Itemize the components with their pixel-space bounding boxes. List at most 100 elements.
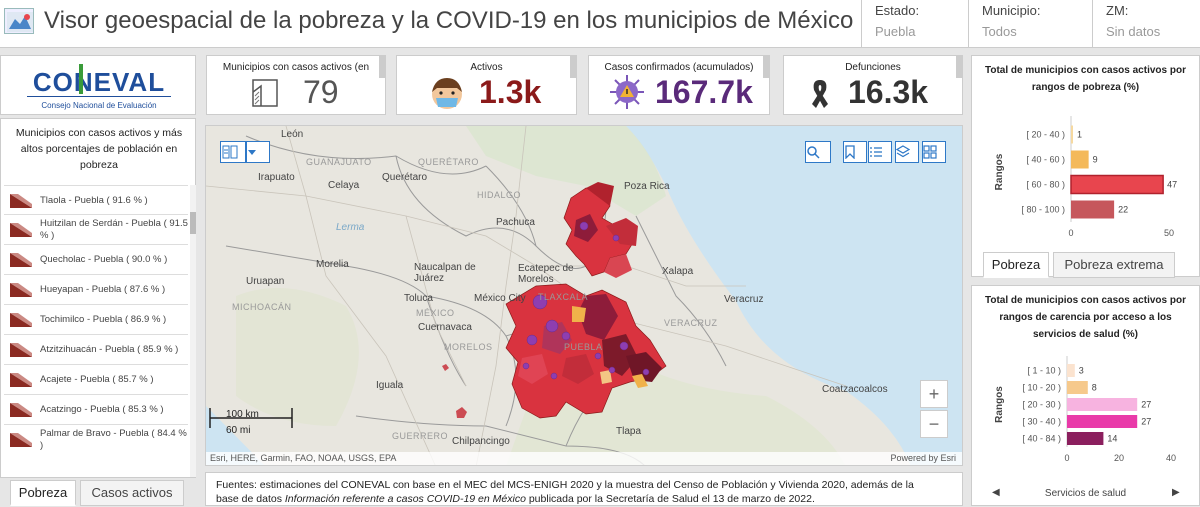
map-label: Cuernavaca [418, 322, 472, 333]
map-label: Naucalpan de Juárez [414, 262, 476, 284]
map-label: Xalapa [662, 266, 694, 277]
bar[interactable] [1071, 125, 1073, 144]
kpi-municipios: Municipios con casos activos (en 79 [206, 55, 386, 115]
mourning-ribbon-icon [812, 80, 828, 108]
map-view[interactable]: León GUANAJUATO QUERÉTARO Irapuato Celaya Que… [205, 125, 963, 466]
list-item[interactable]: Hueyapan - Puebla ( 87.6 % ) [4, 274, 188, 304]
attribution-text: Esri, HERE, Garmin, FAO, NOAA, USGS, EPA [210, 453, 397, 463]
map-label: Toluca [404, 293, 433, 304]
kpi-defunciones-label: Defunciones [845, 62, 901, 73]
map-label: Pachuca [496, 217, 535, 228]
bar[interactable] [1067, 364, 1075, 377]
scale-mi: 60 mi [226, 425, 251, 436]
category-label: [ 80 - 100 ) [1021, 205, 1065, 215]
layer-list-icon [222, 145, 238, 159]
layers-icon [896, 145, 910, 158]
list-item[interactable]: Acatzingo - Puebla ( 85.3 % ) [4, 394, 188, 424]
list-item[interactable]: Atzitzihuacán - Puebla ( 85.9 % ) [4, 334, 188, 364]
tab-pobreza-left[interactable]: Pobreza [10, 480, 76, 506]
x-tick-label: 40 [1166, 453, 1176, 463]
bar[interactable] [1067, 415, 1138, 428]
map-label: QUERÉTARO [418, 157, 479, 167]
tab-pobreza-right[interactable]: Pobreza [983, 252, 1049, 278]
category-label: [ 30 - 40 ) [1022, 417, 1061, 427]
estado-selector[interactable]: Estado: Puebla [861, 0, 968, 48]
list-item-label: Huitzilan de Serdán - Puebla ( 91.5 % ) [40, 217, 188, 241]
list-item[interactable]: Tochimilco - Puebla ( 86.9 % ) [4, 304, 188, 334]
poverty-range-chart[interactable]: Rangos [ 20 - 40 ) 1 [ 40 - 60 ) 9 [ 60 - 80 … [972, 56, 1200, 246]
category-label: [ 10 - 20 ) [1022, 383, 1061, 393]
x-tick-label: 50 [1164, 228, 1174, 238]
list-item[interactable]: Acajete - Puebla ( 85.7 % ) [4, 364, 188, 394]
caret-down-icon [248, 150, 256, 155]
legend-button[interactable] [868, 141, 892, 163]
zm-value: Sin datos [1106, 24, 1161, 39]
map-attribution: Esri, HERE, Garmin, FAO, NOAA, USGS, EPA… [206, 452, 962, 465]
kpi-municipios-label: Municipios con casos activos (en [222, 62, 370, 73]
sources-line-1: Fuentes: estimaciones del CONEVAL con ba… [216, 479, 914, 491]
map-label: MORELOS [444, 342, 493, 352]
sources-line-2: base de datos Información referente a ca… [216, 492, 952, 506]
list-scrollbar-thumb[interactable] [190, 212, 196, 234]
map-label: MICHOACÁN [232, 302, 292, 312]
poverty-list-title: Municipios con casos activos y más altos… [15, 127, 183, 171]
bar[interactable] [1071, 150, 1089, 169]
list-item[interactable]: Palmar de Bravo - Puebla ( 84.4 % ) [4, 424, 188, 454]
list-item-label: Tochimilco - Puebla ( 86.9 % ) [40, 313, 167, 325]
coneval-logo-panel: CONEVAL Consejo Nacional de Evaluación [0, 55, 196, 115]
list-item-label: Hueyapan - Puebla ( 87.6 % ) [40, 283, 166, 295]
list-item[interactable]: Huitzilan de Serdán - Puebla ( 91.5 % ) [4, 214, 188, 244]
map-label: Ecatepec de Morelos [518, 263, 574, 285]
municipio-value: Todos [982, 24, 1017, 39]
poverty-level-icon [10, 282, 32, 297]
basemap-gallery-button[interactable] [922, 141, 946, 163]
layer-list-button[interactable] [220, 141, 246, 163]
prev-arrow-icon[interactable]: ◀ [992, 487, 1000, 498]
map-label: Coatzacoalcos [822, 384, 888, 395]
map-label: GUERRERO [392, 431, 449, 441]
x-tick-label: 0 [1068, 228, 1073, 238]
bar-value-label: 3 [1079, 366, 1084, 376]
bookmark-button[interactable] [843, 141, 867, 163]
panel-corner [956, 56, 962, 78]
list-item[interactable]: Quecholac - Puebla ( 90.0 % ) [4, 244, 188, 274]
bar[interactable] [1067, 398, 1138, 411]
scale-km: 100 km [226, 409, 259, 420]
map-label: Iguala [376, 380, 404, 391]
sources-footer: Fuentes: estimaciones del CONEVAL con ba… [205, 472, 963, 506]
category-label: [ 40 - 84 ) [1022, 434, 1061, 444]
grid-icon [923, 145, 937, 159]
page-title: Visor geoespacial de la pobreza y la COV… [44, 7, 854, 34]
municipio-selector[interactable]: Municipio: Todos [968, 0, 1092, 48]
bar-value-label: 27 [1141, 400, 1151, 410]
bar[interactable] [1067, 381, 1088, 394]
list-item-label: Tlaola - Puebla ( 91.6 % ) [40, 194, 148, 206]
list-item-label: Acatzingo - Puebla ( 85.3 % ) [40, 403, 164, 415]
legend-list-icon [870, 147, 882, 157]
layer-dropdown-button[interactable] [246, 141, 270, 163]
zoom-in-button[interactable]: + [920, 380, 948, 408]
panel-corner [570, 56, 576, 78]
list-item[interactable]: Tlaola - Puebla ( 91.6 % ) [4, 185, 188, 215]
layers-button[interactable] [895, 141, 919, 163]
sources-line-2c: publicada por la Secretaría de Salud el … [525, 493, 815, 505]
coneval-logo: CONEVAL Consejo Nacional de Evaluación [27, 64, 171, 110]
app-header: Visor geoespacial de la pobreza y la COV… [0, 0, 1200, 48]
search-button[interactable] [805, 141, 831, 163]
bar[interactable] [1071, 200, 1115, 219]
kpi-confirmados: Casos confirmados (acumulados) 167.7k [588, 55, 770, 115]
tab-pobreza-extrema[interactable]: Pobreza extrema [1053, 252, 1175, 278]
sources-line-2b: Información referente a casos COVID-19 e… [284, 493, 526, 505]
zoom-out-button[interactable]: − [920, 410, 948, 438]
tab-casos-activos[interactable]: Casos activos [80, 480, 184, 506]
bar[interactable] [1070, 174, 1164, 195]
zm-selector[interactable]: ZM: Sin datos [1092, 0, 1200, 48]
map-label: Tlapa [616, 426, 642, 437]
category-label: [ 60 - 80 ) [1026, 180, 1065, 190]
estado-value: Puebla [875, 24, 916, 39]
powered-by-esri[interactable]: Powered by Esri [890, 452, 956, 465]
bar[interactable] [1067, 432, 1104, 445]
next-arrow-icon[interactable]: ▶ [1172, 487, 1180, 498]
lerma-river-label: Lerma [336, 222, 365, 233]
health-access-chart[interactable]: Rangos [ 1 - 10 ) 3 [ 10 - 20 ) 8 [ 20 - 30 )… [972, 286, 1200, 507]
